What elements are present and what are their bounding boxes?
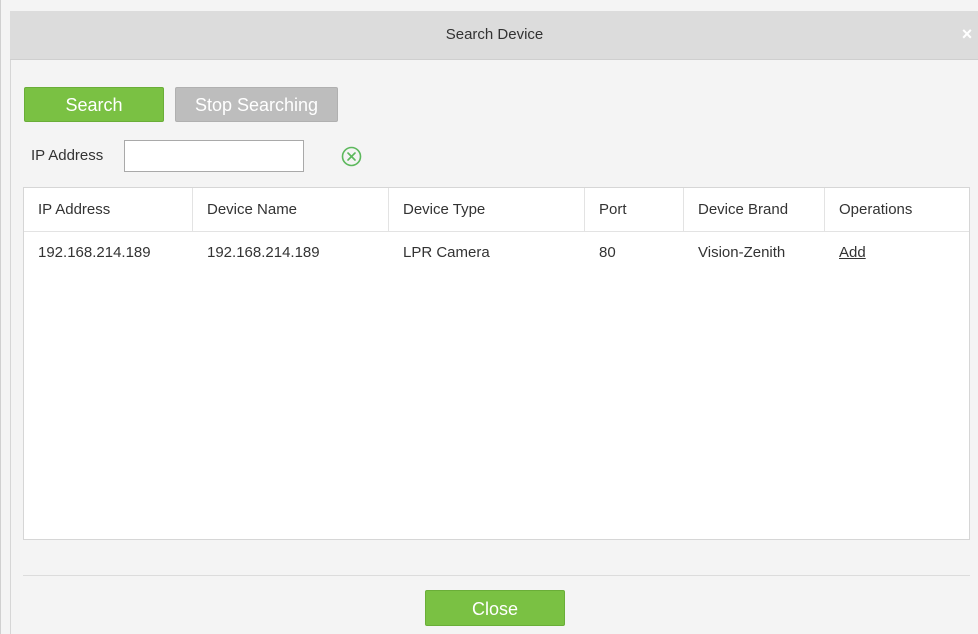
- clear-circle-x-icon[interactable]: [341, 146, 362, 167]
- table-row[interactable]: 192.168.214.189 192.168.214.189 LPR Came…: [24, 232, 969, 274]
- column-header-ip-address[interactable]: IP Address: [24, 188, 193, 231]
- cell-port: 80: [599, 244, 616, 261]
- close-icon[interactable]: ×: [957, 21, 977, 47]
- ip-address-input[interactable]: [124, 140, 304, 172]
- cell-device-name: 192.168.214.189: [207, 244, 320, 261]
- table-header: IP Address Device Name Device Type Port …: [24, 188, 969, 232]
- column-header-device-name[interactable]: Device Name: [193, 188, 389, 231]
- footer-divider: [23, 575, 970, 576]
- cell-device-brand: Vision-Zenith: [698, 244, 786, 261]
- device-table: IP Address Device Name Device Type Port …: [23, 187, 970, 540]
- column-header-port[interactable]: Port: [585, 188, 684, 231]
- search-device-dialog: Search Device × Search Stop Searching IP…: [0, 0, 978, 634]
- stop-searching-button[interactable]: Stop Searching: [175, 87, 338, 122]
- close-button[interactable]: Close: [425, 590, 565, 626]
- cell-operations: Add: [825, 232, 969, 274]
- column-header-operations[interactable]: Operations: [825, 188, 969, 231]
- add-device-link[interactable]: Add: [839, 244, 866, 261]
- cell-device-type: LPR Camera: [403, 244, 490, 261]
- dialog-title: Search Device: [445, 26, 544, 43]
- column-header-device-brand[interactable]: Device Brand: [684, 188, 825, 231]
- ip-address-label: IP Address: [31, 147, 104, 164]
- dialog-titlebar: Search Device ×: [10, 11, 978, 60]
- column-header-device-type[interactable]: Device Type: [389, 188, 585, 231]
- search-button[interactable]: Search: [24, 87, 164, 122]
- cell-ip-address: 192.168.214.189: [38, 244, 151, 261]
